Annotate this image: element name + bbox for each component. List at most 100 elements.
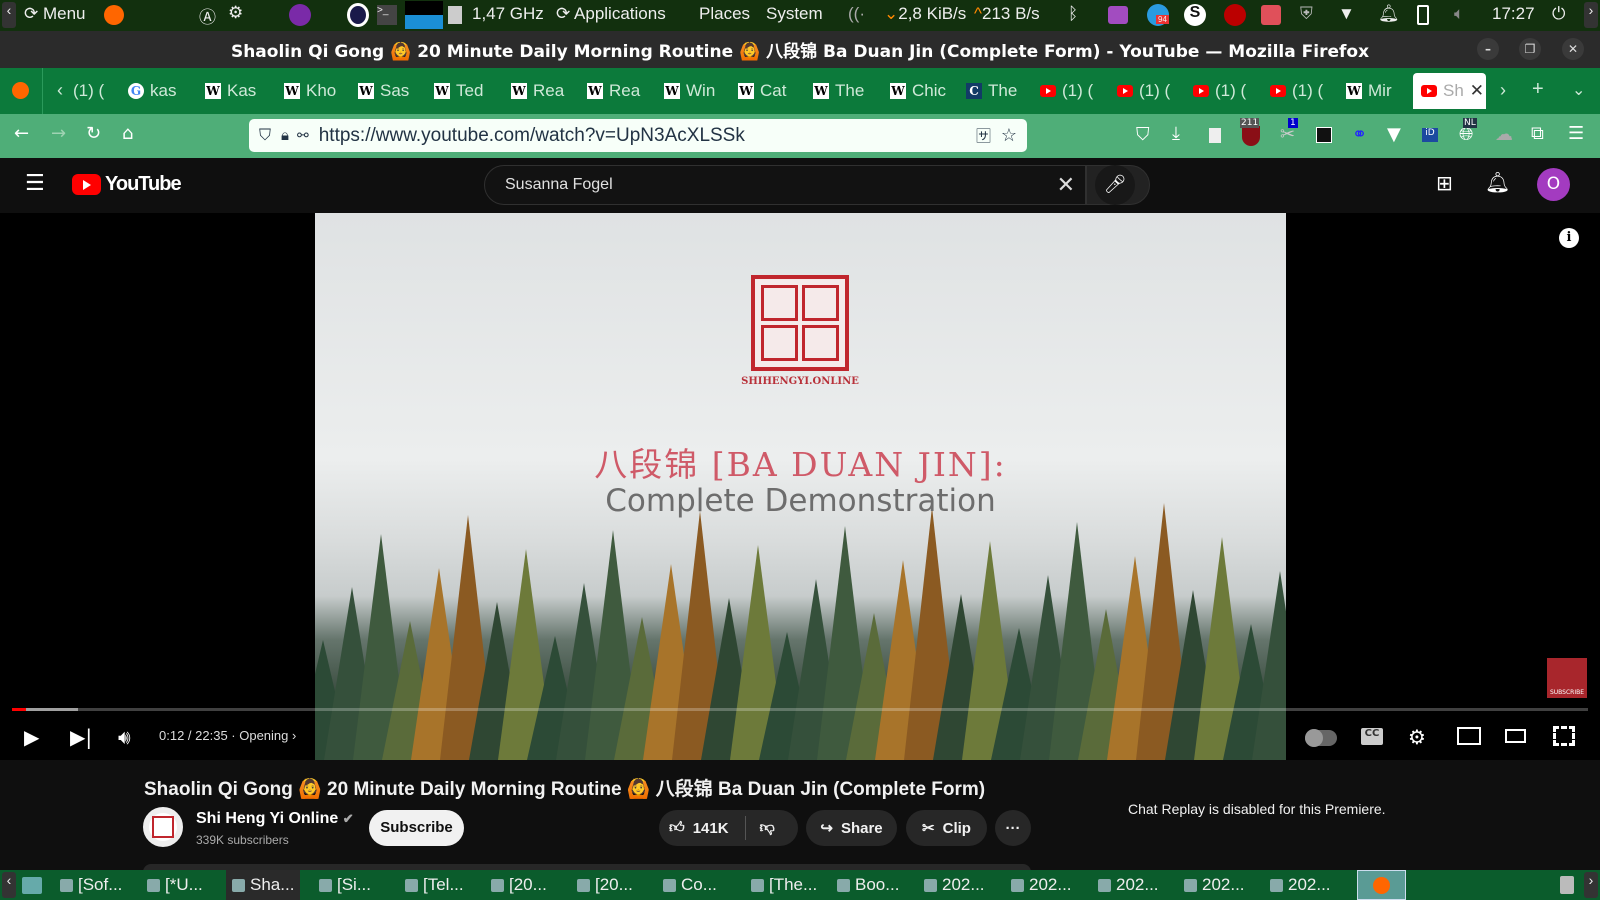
tab[interactable]: (1) (: [73, 76, 135, 106]
tor-icon[interactable]: [289, 4, 311, 26]
bookmark-star-icon[interactable]: ☆: [1001, 125, 1017, 146]
telegram-icon[interactable]: 94: [1147, 4, 1169, 26]
close-window-button[interactable]: ✕: [1562, 38, 1584, 60]
home-button[interactable]: ⌂: [122, 123, 133, 144]
extension-globe-icon[interactable]: 🌐︎ NL: [1459, 118, 1477, 145]
subscribe-button[interactable]: Subscribe: [369, 810, 464, 846]
tab[interactable]: W Rea: [511, 76, 573, 106]
tab[interactable]: (1) (: [1270, 76, 1332, 106]
url-text[interactable]: https://www.youtube.com/watch?v=UpN3AcXL…: [319, 125, 745, 147]
close-tab-icon[interactable]: ✕: [1470, 81, 1484, 101]
panel-left-arrow[interactable]: ‹: [2, 2, 16, 28]
taskbar-window-button[interactable]: 202...: [1184, 870, 1245, 900]
tab[interactable]: W Win: [664, 76, 726, 106]
search-tool-icon[interactable]: Ⓐ: [199, 3, 216, 28]
more-actions-button[interactable]: ···: [995, 810, 1031, 846]
applications-menu[interactable]: ⟳ Applications: [556, 4, 666, 24]
taskbar-left-arrow[interactable]: ‹: [2, 872, 16, 898]
play-button[interactable]: ▶: [24, 725, 39, 749]
channel-name[interactable]: Shi Heng Yi Online ✔: [196, 810, 354, 828]
voice-search-button[interactable]: 🎤︎: [1095, 165, 1135, 205]
extension-scissors-icon[interactable]: ✂ 1: [1280, 118, 1298, 145]
notes-icon[interactable]: [1209, 128, 1221, 143]
chapter-button[interactable]: Opening: [239, 728, 288, 743]
downloads-icon[interactable]: ⤓: [1172, 123, 1180, 144]
minimize-button[interactable]: –: [1477, 38, 1499, 60]
shield-icon[interactable]: ⛨: [1300, 4, 1313, 24]
taskbar-window-button[interactable]: [20...: [577, 870, 633, 900]
taskbar-window-button[interactable]: [20...: [491, 870, 547, 900]
trash-icon[interactable]: [1560, 876, 1574, 894]
permissions-icon[interactable]: ⚯: [297, 127, 309, 144]
extension-links-icon[interactable]: ⚭: [1352, 124, 1367, 145]
lock-icon[interactable]: 🔒︎: [281, 127, 289, 144]
opera-icon[interactable]: [347, 3, 369, 27]
firefox-launcher-icon[interactable]: [104, 5, 124, 25]
settings-icon[interactable]: ⚙: [228, 3, 243, 23]
subscribe-watermark[interactable]: SUBSCRIBE: [1547, 658, 1587, 698]
taskbar-window-button[interactable]: [Sof...: [60, 870, 122, 900]
tab[interactable]: W Cat: [738, 76, 800, 106]
volume-icon[interactable]: 🔊︎: [118, 725, 131, 749]
forward-button[interactable]: →: [51, 123, 66, 144]
places-menu[interactable]: Places: [699, 4, 750, 24]
scroll-tabs-right[interactable]: ›: [1500, 80, 1506, 101]
tab[interactable]: Gkas: [128, 76, 190, 106]
tab[interactable]: W The: [813, 76, 875, 106]
app-menu-button[interactable]: ☰: [1568, 123, 1584, 144]
record-icon[interactable]: [1224, 4, 1246, 26]
blocker-icon[interactable]: [1261, 5, 1281, 25]
back-button[interactable]: ←: [14, 123, 29, 144]
audio-app-icon[interactable]: [1108, 6, 1128, 24]
extension-cloud-icon[interactable]: ☁: [1495, 124, 1513, 145]
firefox-window-button[interactable]: [1357, 870, 1406, 900]
settings-gear-icon[interactable]: ⚙: [1408, 725, 1426, 749]
battery-icon[interactable]: [1417, 5, 1429, 25]
autoplay-toggle[interactable]: [1305, 729, 1337, 747]
taskbar-window-button[interactable]: 202...: [1098, 870, 1159, 900]
tab[interactable]: (1) (: [1040, 76, 1102, 106]
tab[interactable]: W Sas: [358, 76, 420, 106]
panel-right-arrow[interactable]: ›: [1584, 2, 1598, 28]
tab[interactable]: W Rea: [587, 76, 649, 106]
video-player[interactable]: SHIHENGYI.ONLINE 八段锦 [BA DUAN JIN]: Comp…: [0, 213, 1600, 760]
reload-button[interactable]: ↻: [86, 123, 101, 144]
dislike-icon[interactable]: 👎︎: [760, 819, 775, 837]
taskbar-window-button[interactable]: [Si...: [319, 870, 371, 900]
extension-id-icon[interactable]: iD: [1422, 128, 1438, 142]
tab[interactable]: W Kas: [205, 76, 267, 106]
terminal-icon[interactable]: >_: [377, 5, 397, 25]
bluetooth-icon[interactable]: ᛒ: [1068, 4, 1078, 24]
extension-triangle-icon[interactable]: ▼: [1387, 124, 1401, 145]
search-input[interactable]: Susanna Fogel ✕: [484, 165, 1086, 205]
tab[interactable]: W Ted: [434, 76, 496, 106]
clock[interactable]: 17:27: [1492, 4, 1535, 24]
taskbar-window-button[interactable]: [The...: [751, 870, 817, 900]
clear-search-icon[interactable]: ✕: [1057, 172, 1075, 198]
wifi-icon[interactable]: ▼: [1338, 4, 1355, 24]
taskbar-window-button[interactable]: Boo...: [837, 870, 899, 900]
tab[interactable]: (1) (: [1193, 76, 1255, 106]
show-desktop-icon[interactable]: [22, 877, 42, 894]
power-icon[interactable]: ⏻: [1552, 4, 1565, 24]
taskbar-window-button[interactable]: Sha...: [226, 870, 301, 900]
create-video-icon[interactable]: ⊞: [1436, 171, 1453, 195]
skype-icon[interactable]: S: [1184, 4, 1206, 26]
notifications-icon[interactable]: 🔔︎: [1378, 4, 1400, 24]
scroll-tabs-left[interactable]: ‹: [57, 80, 63, 101]
tab[interactable]: W Mir: [1346, 76, 1408, 106]
restore-button[interactable]: ❐: [1519, 38, 1541, 60]
guide-menu-icon[interactable]: ☰: [25, 171, 45, 196]
tracking-shield-icon[interactable]: ⛉: [259, 127, 271, 145]
video-frame[interactable]: SHIHENGYI.ONLINE 八段锦 [BA DUAN JIN]: Comp…: [315, 213, 1286, 760]
theater-mode-button[interactable]: [1505, 729, 1526, 743]
url-bar[interactable]: ⛉ 🔒︎ ⚯ https://www.youtube.com/watch?v=U…: [249, 119, 1027, 152]
fullscreen-button[interactable]: [1553, 726, 1575, 746]
like-icon[interactable]: 👍︎: [669, 819, 685, 837]
miniplayer-button[interactable]: [1457, 727, 1481, 745]
captions-button[interactable]: CC: [1361, 728, 1383, 745]
clip-button[interactable]: ✂ Clip: [906, 810, 987, 846]
taskbar-window-button[interactable]: 202...: [924, 870, 985, 900]
tab[interactable]: W Chic: [890, 76, 952, 106]
extensions-puzzle-icon[interactable]: ⧉: [1531, 123, 1544, 144]
